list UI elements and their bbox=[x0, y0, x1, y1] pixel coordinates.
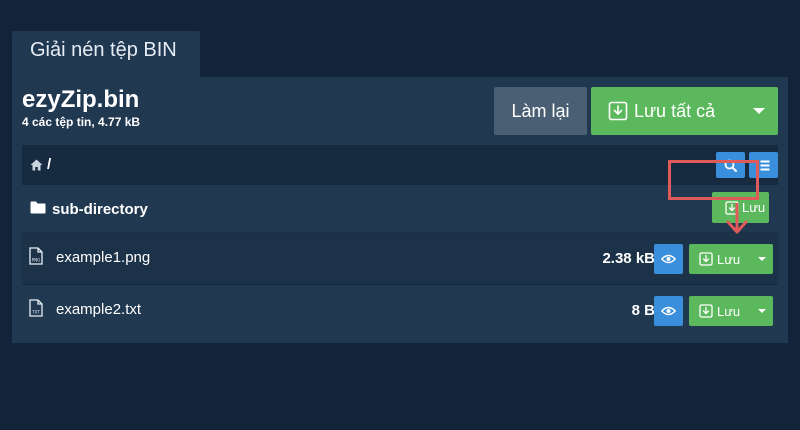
save-all-dropdown-toggle[interactable] bbox=[739, 87, 778, 135]
save-file-label: Lưu bbox=[717, 303, 741, 319]
save-all-label: Lưu tất cả bbox=[634, 100, 716, 121]
list-icon bbox=[757, 160, 770, 170]
save-directory-button[interactable]: Lưu bbox=[712, 192, 769, 223]
save-file-main[interactable]: Lưu bbox=[689, 244, 751, 274]
download-icon bbox=[608, 101, 628, 121]
save-all-main[interactable]: Lưu tất cả bbox=[591, 101, 739, 122]
save-file-dropdown-toggle[interactable] bbox=[751, 244, 773, 274]
save-file-dropdown-toggle[interactable] bbox=[751, 296, 773, 326]
file-type-tag: PNG bbox=[32, 258, 41, 263]
file-name[interactable]: example2.txt bbox=[56, 301, 141, 318]
archive-summary: 4 các tệp tin, 4.77 kB bbox=[22, 115, 141, 129]
archive-panel: ezyZip.bin 4 các tệp tin, 4.77 kB Làm lạ… bbox=[12, 77, 788, 343]
file-type-tag: TXT bbox=[31, 310, 40, 315]
save-file-label: Lưu bbox=[717, 251, 741, 267]
save-file-button[interactable]: Lưu bbox=[689, 244, 773, 274]
caret-down-icon bbox=[752, 108, 765, 114]
list-view-button[interactable] bbox=[749, 152, 778, 178]
table-row[interactable]: TXT example2.txt 8 B Lưu bbox=[22, 285, 778, 337]
download-icon bbox=[725, 200, 739, 215]
eye-icon bbox=[661, 254, 676, 264]
file-icon: TXT bbox=[29, 299, 43, 317]
folder-icon bbox=[30, 201, 46, 214]
file-size: 8 B bbox=[631, 302, 655, 319]
preview-button[interactable] bbox=[654, 244, 683, 274]
home-icon[interactable] bbox=[30, 159, 43, 171]
tab-extract-bin[interactable]: Giải nén tệp BIN bbox=[12, 31, 200, 77]
eye-icon bbox=[661, 306, 676, 316]
search-icon bbox=[724, 159, 737, 172]
file-icon: PNG bbox=[29, 247, 43, 265]
search-button[interactable] bbox=[716, 152, 745, 178]
save-all-button[interactable]: Lưu tất cả bbox=[591, 87, 778, 135]
save-file-main[interactable]: Lưu bbox=[689, 296, 751, 326]
file-size: 2.38 kB bbox=[602, 250, 655, 267]
preview-button[interactable] bbox=[654, 296, 683, 326]
save-directory-label: Lưu bbox=[742, 200, 766, 215]
archive-title: ezyZip.bin bbox=[22, 86, 140, 113]
table-row[interactable]: sub-directory Lưu bbox=[22, 185, 778, 233]
reset-button[interactable]: Làm lại bbox=[494, 87, 587, 135]
save-file-button[interactable]: Lưu bbox=[689, 296, 773, 326]
caret-down-icon bbox=[758, 309, 766, 313]
download-icon bbox=[699, 252, 713, 266]
download-icon bbox=[699, 304, 713, 318]
table-row[interactable]: PNG example1.png 2.38 kB Lưu bbox=[22, 233, 778, 285]
file-table: / sub-directory Lưu PNG example1.png 2.3… bbox=[22, 145, 778, 337]
reset-button-label: Làm lại bbox=[511, 100, 570, 121]
current-path: / bbox=[47, 156, 52, 173]
path-bar: / bbox=[22, 145, 778, 185]
caret-down-icon bbox=[758, 257, 766, 261]
file-name[interactable]: example1.png bbox=[56, 249, 150, 266]
directory-name[interactable]: sub-directory bbox=[52, 201, 148, 218]
